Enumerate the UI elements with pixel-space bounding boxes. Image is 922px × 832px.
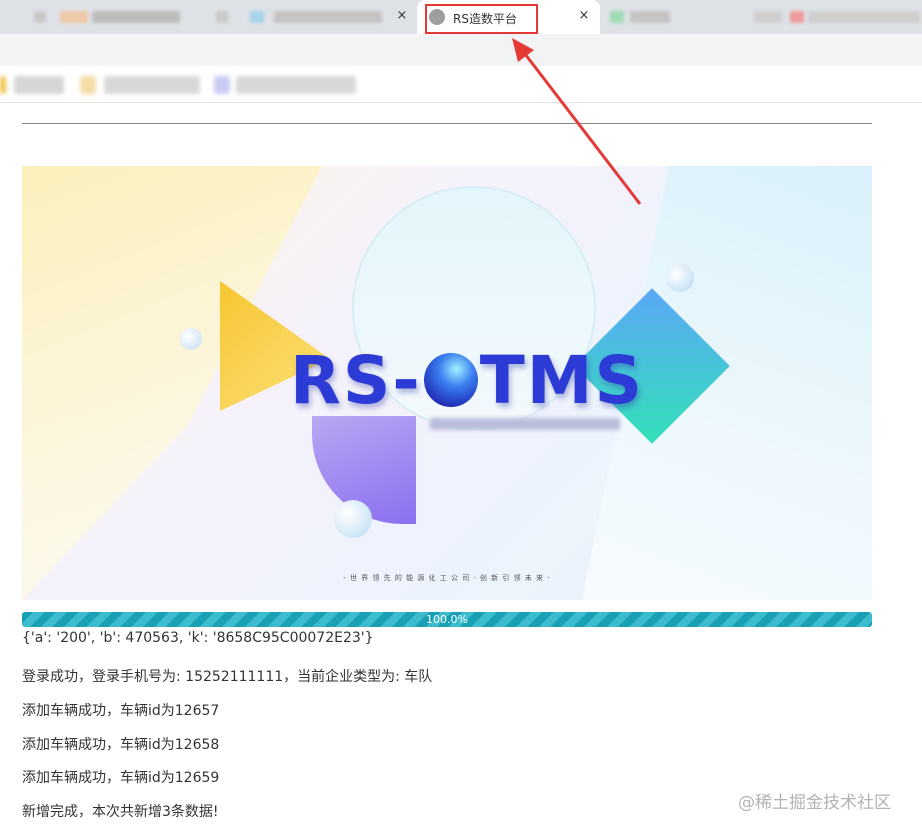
blurred-tab-content bbox=[92, 11, 180, 23]
bookmark-item[interactable] bbox=[104, 76, 200, 94]
logo-text-left: RS- bbox=[290, 342, 422, 419]
blurred-tab-content bbox=[60, 11, 88, 23]
watermark: @稀土掘金技术社区 bbox=[738, 793, 891, 813]
bookmark-item[interactable] bbox=[0, 76, 6, 94]
blurred-tab-content bbox=[808, 11, 920, 23]
horizontal-divider bbox=[22, 123, 872, 124]
globe-icon bbox=[423, 353, 478, 407]
banner-bubble bbox=[334, 500, 372, 538]
blurred-tab-content bbox=[274, 11, 382, 23]
log-line-vehicle-3: 添加车辆成功，车辆id为12659 bbox=[22, 770, 220, 786]
close-icon[interactable]: × bbox=[576, 8, 592, 24]
banner-slogan: - 世 界 领 先 的 能 源 化 工 公 司 · 创 新 引 领 未 来 - bbox=[343, 574, 551, 582]
bookmark-item[interactable] bbox=[80, 76, 96, 94]
browser-tab-4[interactable] bbox=[602, 0, 922, 34]
blurred-tab-content bbox=[754, 11, 782, 23]
close-icon[interactable]: × bbox=[394, 8, 410, 24]
address-bar-area bbox=[0, 34, 922, 66]
browser-tab-1[interactable] bbox=[0, 0, 205, 34]
blurred-tab-content bbox=[630, 11, 670, 23]
log-line-vehicle-1: 添加车辆成功，车辆id为12657 bbox=[22, 703, 220, 719]
progress-bar: 100.0% bbox=[22, 612, 872, 627]
blurred-tab-content bbox=[790, 11, 804, 23]
bookmark-item[interactable] bbox=[14, 76, 64, 94]
blurred-tab-content bbox=[216, 11, 228, 23]
progress-label: 100.0% bbox=[426, 613, 468, 626]
annotation-highlight-box bbox=[425, 4, 538, 34]
blurred-tab-content bbox=[250, 11, 264, 23]
blurred-tab-content bbox=[610, 11, 624, 23]
banner-image: RS- TMS - 世 界 领 先 的 能 源 化 工 公 司 · 创 新 引 领… bbox=[22, 166, 872, 600]
banner-bubble bbox=[180, 328, 202, 350]
logo-text-right: TMS bbox=[479, 342, 644, 419]
banner-blurred-subtitle bbox=[430, 418, 620, 430]
banner-bubble bbox=[666, 264, 694, 292]
log-line-vehicle-2: 添加车辆成功，车辆id为12658 bbox=[22, 737, 220, 753]
log-line-response: {'a': '200', 'b': 470563, 'k': '8658C95C… bbox=[22, 630, 374, 646]
browser-tab-2[interactable]: × bbox=[208, 0, 416, 34]
log-line-summary: 新增完成，本次共新增3条数据! bbox=[22, 804, 219, 820]
bookmarks-bar bbox=[0, 66, 922, 103]
log-line-login: 登录成功，登录手机号为: 15252111111，当前企业类型为: 车队 bbox=[22, 669, 433, 685]
banner-logo: RS- TMS bbox=[290, 342, 644, 419]
bookmark-item[interactable] bbox=[236, 76, 356, 94]
blurred-tab-content bbox=[34, 11, 46, 23]
bookmark-item[interactable] bbox=[214, 76, 230, 94]
